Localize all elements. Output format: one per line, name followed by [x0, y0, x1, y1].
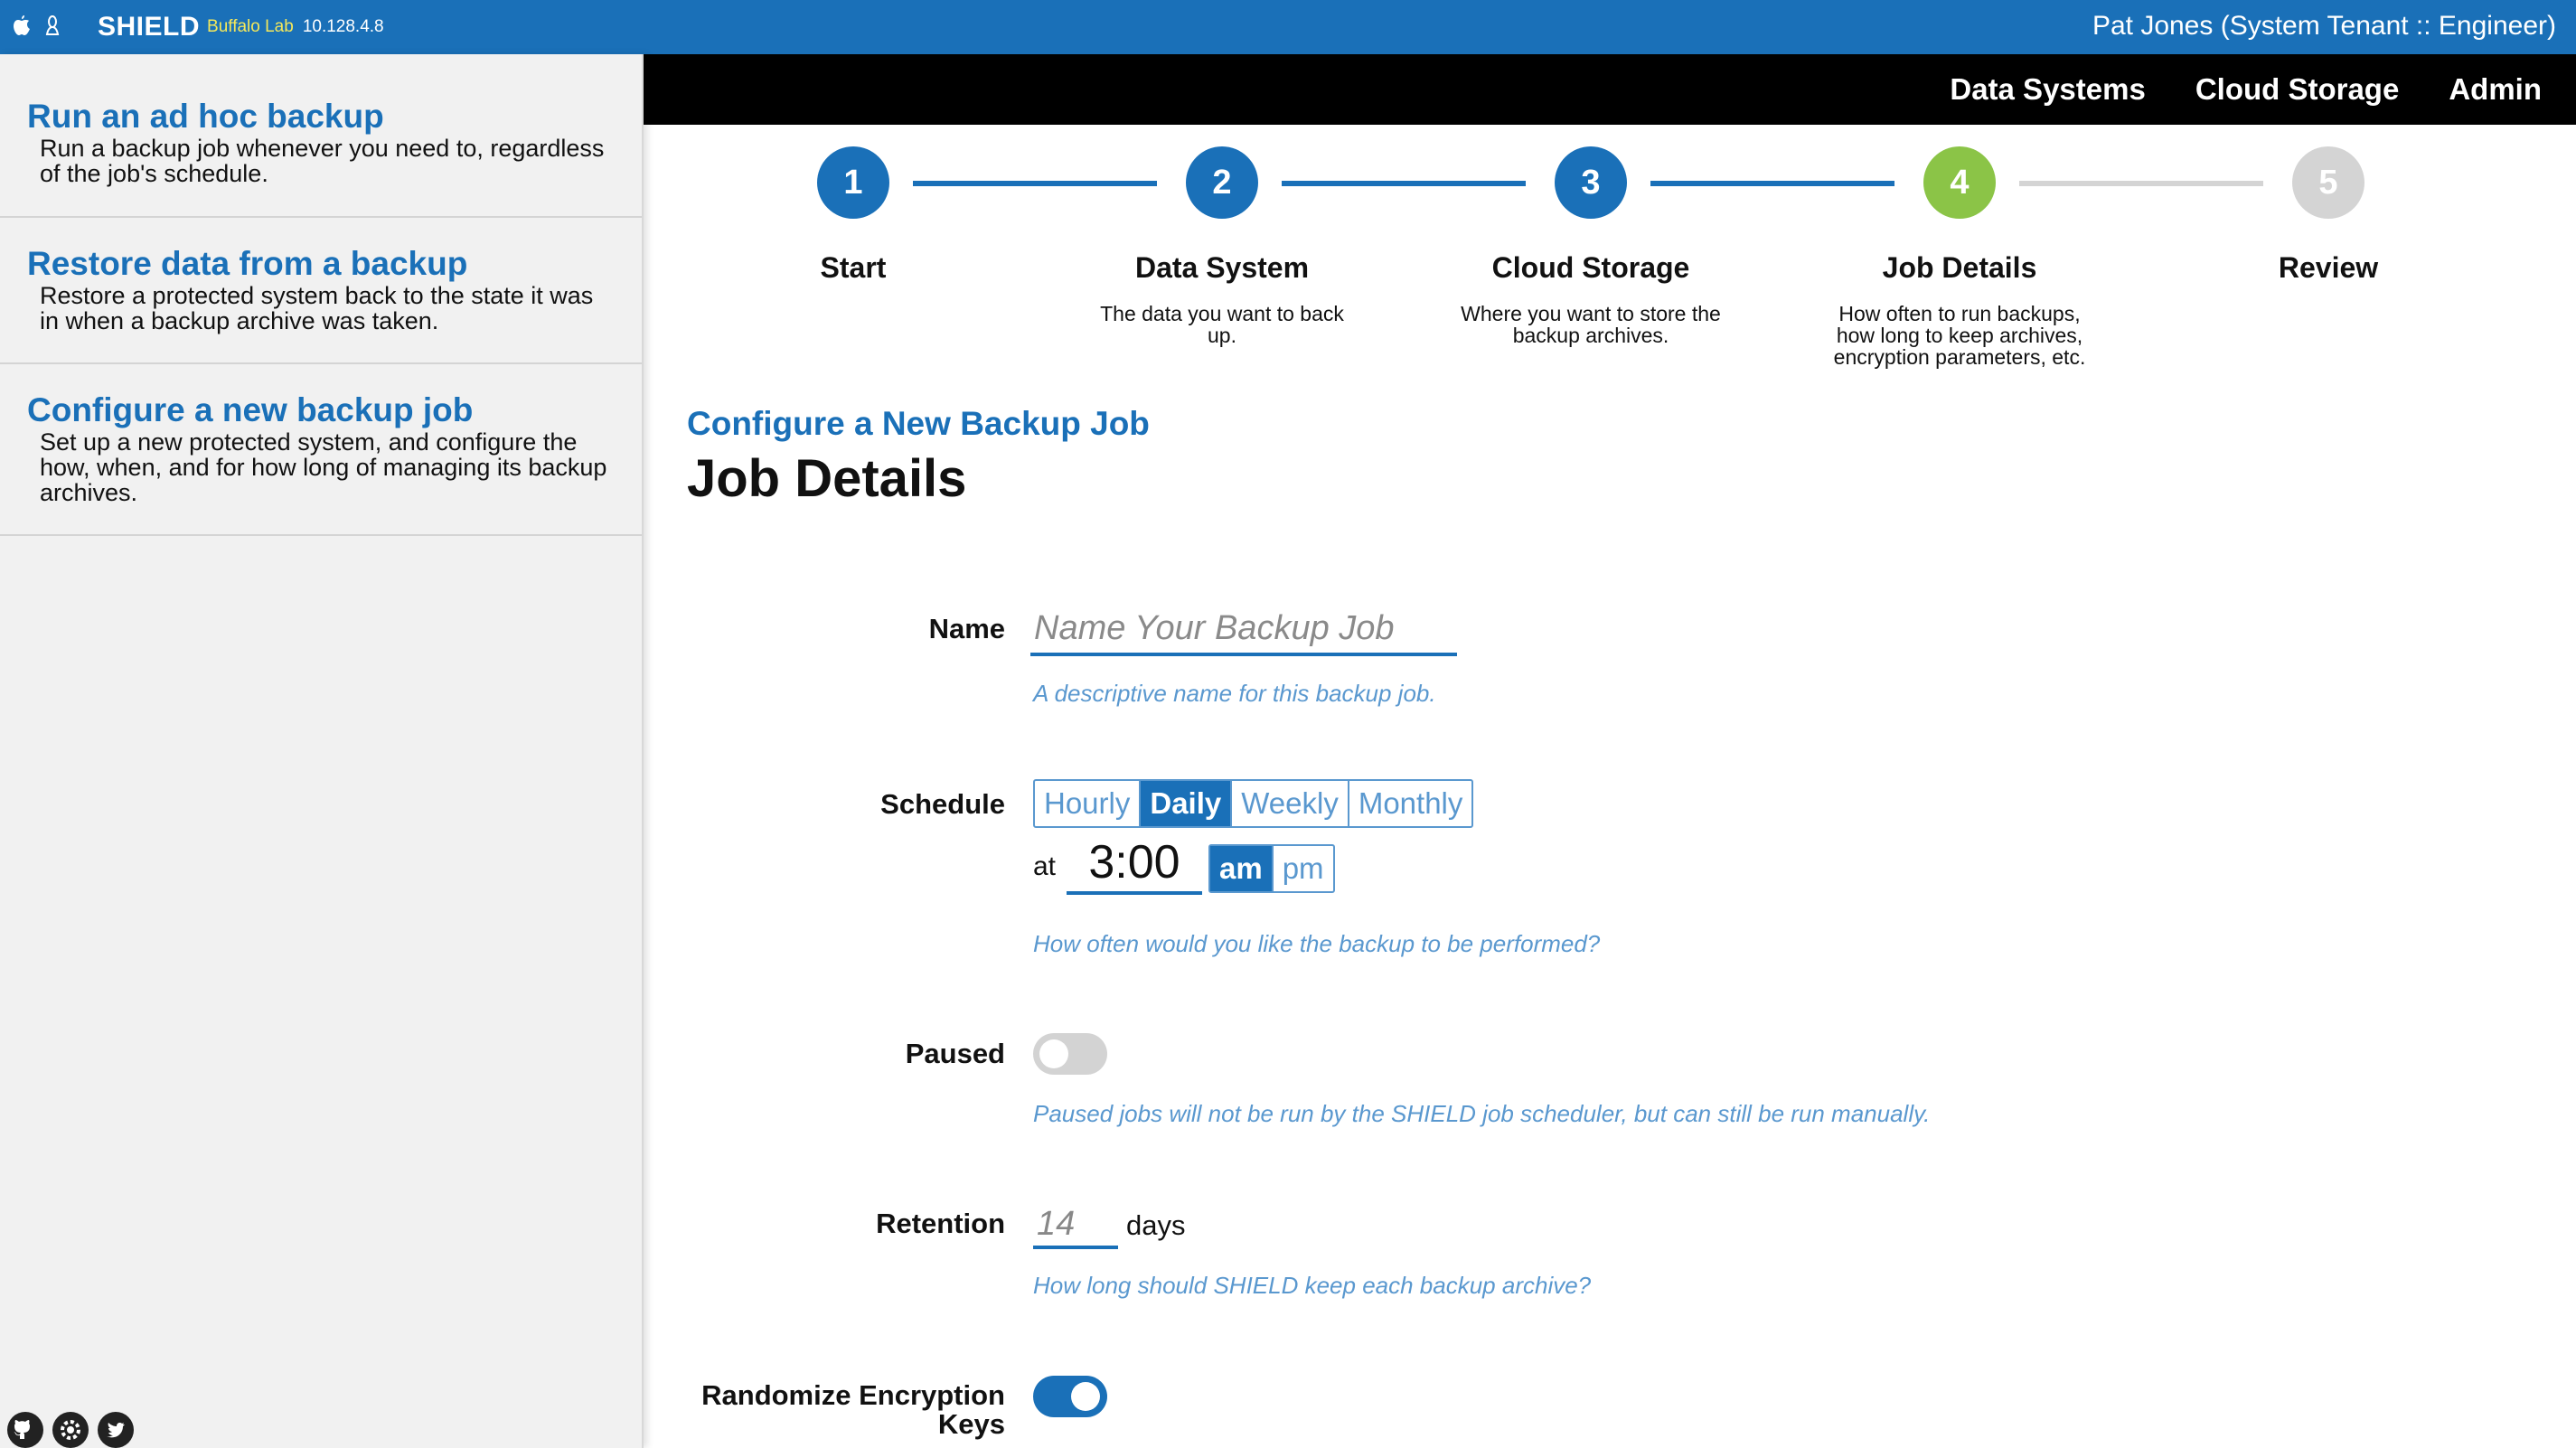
- name-help: A descriptive name for this backup job.: [1033, 680, 1436, 707]
- main-nav: Data Systems Cloud Storage Admin: [644, 54, 2576, 125]
- retention-input[interactable]: 14: [1033, 1199, 1118, 1249]
- sidebar-item-desc: Restore a protected system back to the s…: [40, 282, 594, 334]
- step-number[interactable]: 1: [817, 146, 889, 219]
- schedule-option-daily[interactable]: Daily: [1141, 781, 1233, 826]
- nav-data-systems[interactable]: Data Systems: [1950, 72, 2145, 107]
- os-icons: [13, 14, 61, 41]
- schedule-help: How often would you like the backup to b…: [1033, 930, 1601, 957]
- sidebar-item-title[interactable]: Configure a new backup job: [27, 391, 615, 429]
- sidebar-footer: [7, 1412, 134, 1448]
- step-number[interactable]: 2: [1186, 146, 1258, 219]
- step-title: Start: [820, 251, 887, 284]
- schedule-time-input[interactable]: 3:00: [1067, 832, 1202, 895]
- step-title: Job Details: [1882, 251, 2037, 284]
- environment-name: Buffalo Lab: [207, 17, 294, 36]
- paused-label: Paused: [905, 1038, 1005, 1069]
- step-number[interactable]: 4: [1923, 146, 1996, 219]
- name-label: Name: [928, 613, 1005, 644]
- retention-help: How long should SHIELD keep each backup …: [1033, 1272, 1592, 1299]
- user-menu[interactable]: Pat Jones (System Tenant :: Engineer): [2092, 11, 2556, 42]
- step-desc: How often to run backups, how long to ke…: [1833, 302, 2086, 369]
- wizard-step-job-details[interactable]: 4 Job Details How often to run backups, …: [1797, 125, 2122, 368]
- schedule-at-label: at: [1033, 851, 1057, 881]
- page-header: Configure a New Backup Job Job Details: [687, 405, 1150, 509]
- schedule-option-hourly[interactable]: Hourly: [1035, 781, 1142, 826]
- ip-address: 10.128.4.8: [302, 17, 384, 36]
- randomize-keys-label: Randomize Encryption Keys: [701, 1379, 1005, 1440]
- page-subtitle: Configure a New Backup Job: [687, 405, 1150, 442]
- randomize-keys-toggle[interactable]: [1033, 1376, 1107, 1417]
- step-desc: Where you want to store the backup archi…: [1461, 302, 1721, 347]
- settings-icon[interactable]: [52, 1412, 89, 1448]
- page-title: Job Details: [687, 449, 967, 508]
- sidebar-item-title[interactable]: Run an ad hoc backup: [27, 98, 615, 136]
- github-icon[interactable]: [7, 1412, 43, 1448]
- sidebar-item-title[interactable]: Restore data from a backup: [27, 245, 615, 283]
- sidebar-item-adhoc-backup[interactable]: Run an ad hoc backup Run a backup job wh…: [0, 54, 642, 218]
- brand-logo[interactable]: SHIELD: [98, 12, 200, 42]
- linux-icon: [43, 14, 61, 41]
- toggle-knob: [1071, 1382, 1100, 1411]
- ampm-option-am[interactable]: am: [1210, 846, 1274, 891]
- nav-cloud-storage[interactable]: Cloud Storage: [2195, 72, 2400, 107]
- toggle-knob: [1039, 1039, 1068, 1068]
- step-number[interactable]: 5: [2292, 146, 2364, 219]
- wizard-step-data-system[interactable]: 2 Data System The data you want to back …: [1059, 125, 1385, 346]
- sidebar: Run an ad hoc backup Run a backup job wh…: [0, 54, 644, 1448]
- ampm-selector: am pm: [1208, 844, 1335, 893]
- twitter-icon[interactable]: [98, 1412, 134, 1448]
- top-bar: SHIELD Buffalo Lab 10.128.4.8 Pat Jones …: [0, 0, 2576, 54]
- apple-icon: [13, 14, 31, 41]
- schedule-option-weekly[interactable]: Weekly: [1232, 781, 1349, 826]
- nav-admin[interactable]: Admin: [2449, 72, 2542, 107]
- schedule-frequency-selector: Hourly Daily Weekly Monthly: [1033, 779, 1474, 828]
- wizard-step-start[interactable]: 1 Start: [691, 125, 1016, 303]
- schedule-option-monthly[interactable]: Monthly: [1349, 781, 1472, 826]
- sidebar-item-configure-job[interactable]: Configure a new backup job Set up a new …: [0, 364, 642, 536]
- sidebar-item-desc: Set up a new protected system, and confi…: [40, 428, 607, 506]
- step-title: Cloud Storage: [1491, 251, 1690, 284]
- paused-toggle[interactable]: [1033, 1033, 1107, 1075]
- step-number[interactable]: 3: [1555, 146, 1627, 219]
- sidebar-item-restore[interactable]: Restore data from a backup Restore a pro…: [0, 218, 642, 364]
- job-name-input[interactable]: [1030, 604, 1457, 656]
- paused-help: Paused jobs will not be run by the SHIEL…: [1033, 1100, 1931, 1127]
- ampm-option-pm[interactable]: pm: [1274, 846, 1333, 891]
- retention-label: Retention: [876, 1208, 1005, 1239]
- schedule-label: Schedule: [880, 788, 1005, 820]
- wizard-step-cloud-storage[interactable]: 3 Cloud Storage Where you want to store …: [1428, 125, 1753, 346]
- step-title: Review: [2278, 251, 2379, 284]
- wizard-step-review[interactable]: 5 Review: [2166, 125, 2491, 303]
- retention-unit: days: [1126, 1209, 1186, 1241]
- sidebar-item-desc: Run a backup job whenever you need to, r…: [40, 135, 605, 187]
- wizard-steps: 1 Start 2 Data System The data you want …: [644, 125, 2576, 378]
- step-title: Data System: [1134, 251, 1310, 284]
- step-desc: The data you want to back up.: [1100, 302, 1344, 347]
